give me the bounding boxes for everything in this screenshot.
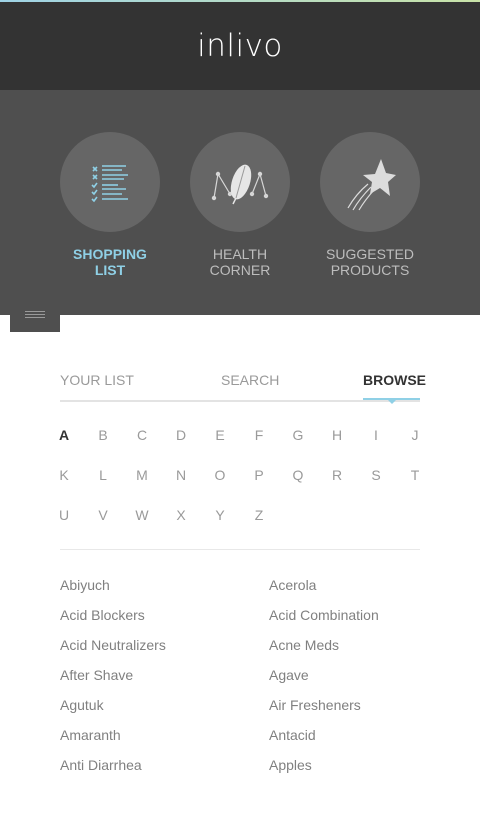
hamburger-icon-line [25,317,45,318]
alphabet-letter-r[interactable]: R [327,467,347,483]
menu-toggle-button[interactable] [10,298,60,332]
alphabet-letter-a[interactable]: A [54,427,74,443]
section-divider [60,549,420,550]
list-item[interactable]: Agutuk [60,697,104,713]
list-item[interactable]: Agave [269,667,309,683]
category-health-corner[interactable]: HEALTH CORNER [175,132,305,278]
alphabet-letter-e[interactable]: E [210,427,230,443]
list-item[interactable]: Apples [269,757,312,773]
category-circle [320,132,420,232]
alphabet-letter-o[interactable]: O [210,467,230,483]
alphabet-letter-x[interactable]: X [171,507,191,523]
alphabet-letter-h[interactable]: H [327,427,347,443]
list-tabs: YOUR LIST SEARCH BROWSE [60,368,426,404]
category-label-line1: SHOPPING [73,246,147,262]
category-panel: SHOPPING LIST HEALTH CORNER SUGGESTED PR… [0,90,480,315]
alphabet-letter-b[interactable]: B [93,427,113,443]
list-item[interactable]: Acerola [269,577,316,593]
list-item[interactable]: After Shave [60,667,133,683]
alphabet-letter-k[interactable]: K [54,467,74,483]
alphabet-letter-g[interactable]: G [288,427,308,443]
tab-your-list[interactable]: YOUR LIST [60,372,134,388]
alphabet-letter-i[interactable]: I [366,427,386,443]
alphabet-letter-z[interactable]: Z [249,507,269,523]
list-item[interactable]: Acid Blockers [60,607,145,623]
category-label-line2: LIST [94,262,126,278]
list-item[interactable]: Antacid [269,727,316,743]
alphabet-letter-f[interactable]: F [249,427,269,443]
alphabet-letter-y[interactable]: Y [210,507,230,523]
list-item[interactable]: Amaranth [60,727,121,743]
category-shopping-list[interactable]: SHOPPING LIST [45,132,175,278]
app-logo: inlivo [197,28,283,64]
header-accent-stripe [0,0,480,2]
active-tab-caret [388,400,396,404]
category-suggested-products[interactable]: SUGGESTED PRODUCTS [305,132,435,278]
category-label-line2: CORNER [209,262,271,278]
alphabet-letter-v[interactable]: V [93,507,113,523]
alphabet-letter-m[interactable]: M [132,467,152,483]
list-item[interactable]: Anti Diarrhea [60,757,142,773]
checklist-icon [91,165,128,203]
category-circle [190,132,290,232]
hamburger-icon [25,311,45,312]
alphabet-letter-d[interactable]: D [171,427,191,443]
alphabet-letter-w[interactable]: W [132,507,152,523]
category-label-line1: HEALTH [212,246,268,262]
alphabet-letter-t[interactable]: T [405,467,425,483]
category-label-line1: SUGGESTED [326,246,414,262]
hamburger-icon-line [25,314,45,315]
alphabet-letter-s[interactable]: S [366,467,386,483]
alphabet-letter-p[interactable]: P [249,467,269,483]
shooting-star-icon [347,159,396,211]
alphabet-letter-u[interactable]: U [54,507,74,523]
list-item[interactable]: Acid Neutralizers [60,637,166,653]
list-item[interactable]: Acid Combination [269,607,379,623]
category-circle [60,132,160,232]
list-item[interactable]: Abiyuch [60,577,110,593]
list-item[interactable]: Acne Meds [269,637,339,653]
alphabet-letter-n[interactable]: N [171,467,191,483]
alphabet-letter-q[interactable]: Q [288,467,308,483]
tab-browse[interactable]: BROWSE [363,372,426,388]
alphabet-letter-c[interactable]: C [132,427,152,443]
app-header: inlivo [0,0,480,90]
alphabet-letter-j[interactable]: J [405,427,425,443]
list-item[interactable]: Air Fresheners [269,697,361,713]
tab-search[interactable]: SEARCH [221,372,279,388]
alphabet-letter-l[interactable]: L [93,467,113,483]
leaf-icon [211,164,269,205]
category-label-line2: PRODUCTS [330,262,410,278]
